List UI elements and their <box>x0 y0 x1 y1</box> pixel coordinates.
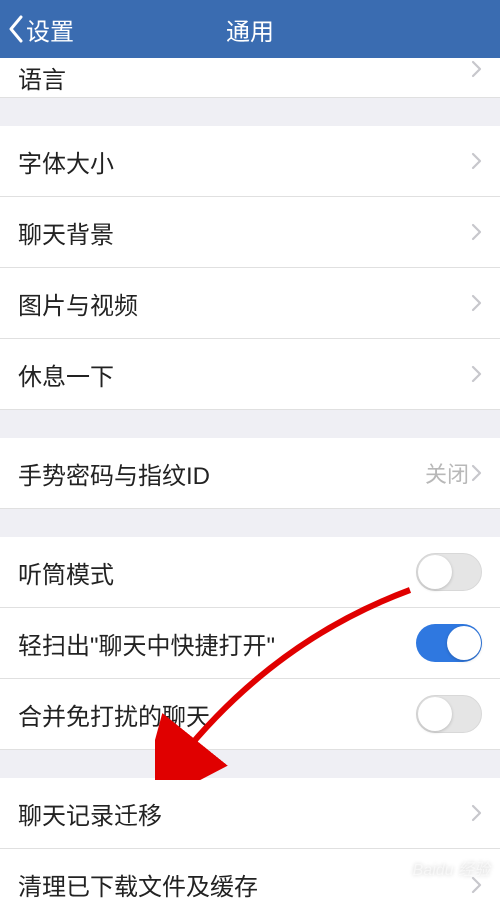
toggle-earpiece[interactable] <box>416 553 482 591</box>
toggle-swipe-quick[interactable] <box>416 624 482 662</box>
row-label: 语言 <box>18 60 471 95</box>
row-label: 字体大小 <box>18 144 471 179</box>
chevron-right-icon <box>471 365 482 383</box>
toggle-knob <box>447 626 481 660</box>
toggle-knob <box>418 555 452 589</box>
back-button[interactable]: 设置 <box>0 12 74 47</box>
chevron-right-icon <box>471 152 482 170</box>
row-label: 手势密码与指纹ID <box>18 456 425 491</box>
chevron-right-icon <box>471 294 482 312</box>
row-label: 听筒模式 <box>18 555 416 590</box>
row-merge-dnd: 合并免打扰的聊天 <box>0 679 500 750</box>
row-chat-migration[interactable]: 聊天记录迁移 <box>0 778 500 849</box>
toggle-merge-dnd[interactable] <box>416 695 482 733</box>
row-photos-videos[interactable]: 图片与视频 <box>0 268 500 339</box>
row-swipe-quick-open: 轻扫出"聊天中快捷打开" <box>0 608 500 679</box>
row-label: 图片与视频 <box>18 286 471 321</box>
row-language[interactable]: 语言 <box>0 58 500 98</box>
row-take-rest[interactable]: 休息一下 <box>0 339 500 410</box>
row-label: 合并免打扰的聊天 <box>18 697 416 732</box>
row-font-size[interactable]: 字体大小 <box>0 126 500 197</box>
header: 设置 通用 <box>0 0 500 58</box>
chevron-right-icon <box>471 464 482 482</box>
group-separator <box>0 509 500 537</box>
row-label: 聊天背景 <box>18 215 471 250</box>
group-separator <box>0 750 500 778</box>
row-label: 休息一下 <box>18 357 471 392</box>
row-label: 轻扫出"聊天中快捷打开" <box>18 626 416 661</box>
row-clear-cache[interactable]: 清理已下载文件及缓存 <box>0 849 500 920</box>
chevron-left-icon <box>8 15 24 43</box>
toggle-knob <box>418 697 452 731</box>
chevron-right-icon <box>471 223 482 241</box>
row-gesture-password[interactable]: 手势密码与指纹ID 关闭 <box>0 438 500 509</box>
row-label: 清理已下载文件及缓存 <box>18 867 471 902</box>
group-separator <box>0 410 500 438</box>
chevron-right-icon <box>471 876 482 894</box>
row-earpiece-mode: 听筒模式 <box>0 537 500 608</box>
group-separator <box>0 98 500 126</box>
back-label: 设置 <box>26 12 74 47</box>
chevron-right-icon <box>471 60 482 78</box>
row-chat-background[interactable]: 聊天背景 <box>0 197 500 268</box>
row-label: 聊天记录迁移 <box>18 796 471 831</box>
chevron-right-icon <box>471 804 482 822</box>
row-value: 关闭 <box>425 457 469 489</box>
page-title: 通用 <box>226 12 274 47</box>
